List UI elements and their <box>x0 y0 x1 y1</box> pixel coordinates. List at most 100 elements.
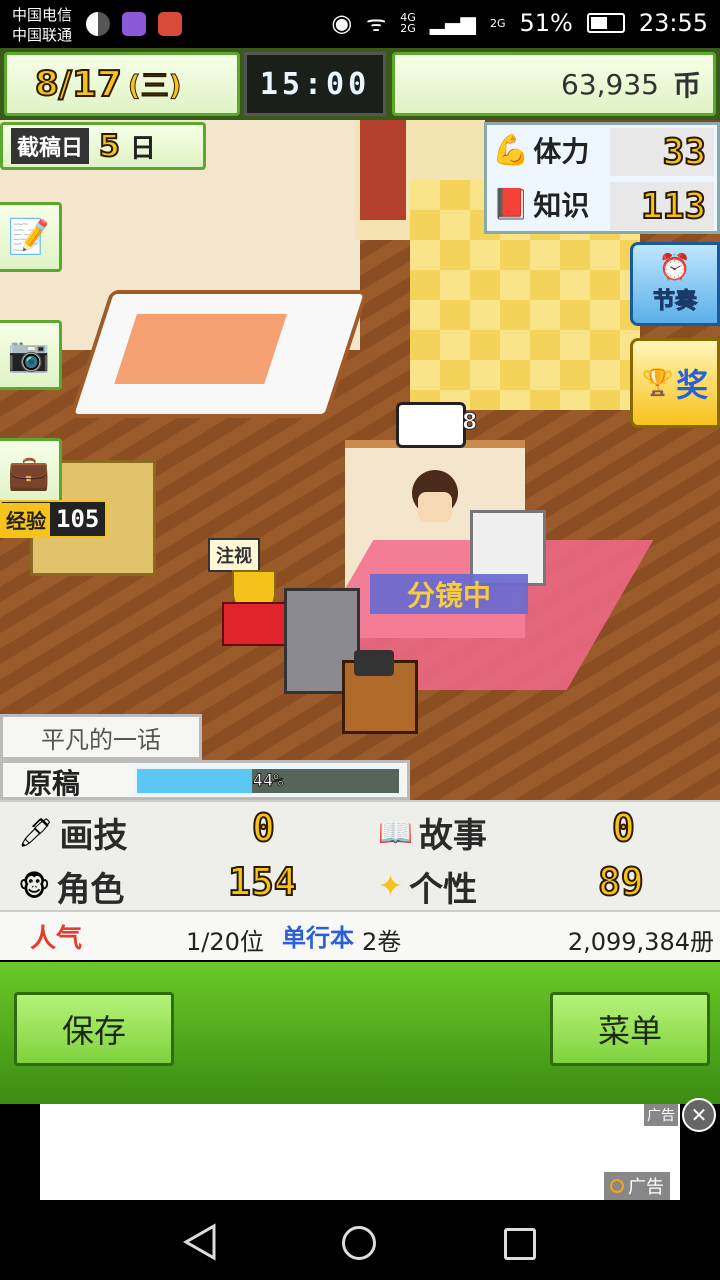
sales-count: 2,099,384册 <box>567 928 714 956</box>
deadline-days: 5 <box>98 128 121 165</box>
trophy-label: 注视 <box>208 538 260 572</box>
character-label: 角色 <box>56 870 125 910</box>
notepad-pencil-icon: 📝 <box>7 217 51 257</box>
festival-label: 节奏 <box>652 289 697 315</box>
award-button[interactable]: 🏆 奖 <box>630 338 720 428</box>
award-label: 奖 <box>676 366 709 404</box>
deadline-unit: 日 <box>129 133 156 164</box>
ad-logo-icon <box>610 1179 624 1193</box>
manuscript-progress-bar: 44% <box>134 766 402 796</box>
stamina-value: 33 <box>662 131 707 174</box>
recent-apps-icon[interactable] <box>504 1228 536 1260</box>
status-bar: 中国电信 中国联通 ◉ ᯤ 4G 2G ▂▄▆ 2G 51% 23:55 <box>0 0 720 48</box>
camera-icon: 📷 <box>7 335 51 375</box>
trophy-cup-icon: 🏆 <box>641 368 675 398</box>
app-notification-icon <box>86 12 110 36</box>
bottom-button-bar: 保存 菜单 <box>0 962 720 1104</box>
eye-icon: ◉ <box>331 9 353 37</box>
story-stat: 📖 故事 <box>378 808 487 857</box>
keyboard-notification-icon <box>122 12 146 36</box>
deadline-label: 截稿日 <box>11 128 90 164</box>
stamina-value-box: 33 <box>610 128 714 176</box>
experience-panel: 经验 105 <box>0 500 108 538</box>
experience-label: 经验 <box>2 502 50 536</box>
status-icons: ◉ ᯤ 4G 2G ▂▄▆ 2G 51% 23:55 <box>331 8 708 38</box>
back-icon[interactable] <box>182 1222 218 1262</box>
carrier-2: 中国联通 <box>12 26 73 44</box>
telephone-icon[interactable] <box>354 650 394 676</box>
ad-banner[interactable] <box>40 1104 680 1200</box>
ad-tag-top: 广告 <box>644 1104 678 1126</box>
knowledge-row: 📕 知识 <box>492 184 589 224</box>
volume-count: 2卷 <box>362 928 402 956</box>
menu-button[interactable]: 菜单 <box>550 992 710 1066</box>
knowledge-value-box: 113 <box>610 182 714 230</box>
briefcase-button[interactable]: 💼 <box>0 438 62 508</box>
ad-badge: 广告 <box>604 1172 670 1200</box>
art-stat: 🖊 画技 <box>18 808 128 857</box>
character-stat: 🐵 角色 <box>18 862 124 911</box>
speech-bubble-icon <box>396 402 466 448</box>
ad-tag-bottom: 广告 <box>628 1177 664 1198</box>
date-weekday: (三) <box>127 69 182 103</box>
character-face-icon: 🐵 <box>18 870 51 903</box>
personality-label: 个性 <box>409 870 478 910</box>
money-value: 63,935 <box>561 67 659 101</box>
bed[interactable] <box>69 290 369 418</box>
wifi-icon: ᯤ <box>366 12 387 37</box>
personality-value: 89 <box>597 859 645 905</box>
alarm-clock-icon: ⏰ <box>658 253 692 283</box>
popularity-rank: 1/20位 <box>186 928 264 956</box>
manuscript-label: 原稿 <box>24 767 81 800</box>
pen-icon: 🖊 <box>18 816 54 849</box>
game-hud: 8 /17 (三) 15:00 63,935 币 <box>0 48 720 120</box>
character-face <box>418 492 452 522</box>
popularity-label: 人气 <box>30 924 83 954</box>
camera-button[interactable]: 📷 <box>0 320 62 390</box>
money-panel: 63,935 币 <box>392 52 716 116</box>
story-label: 故事 <box>418 816 487 856</box>
ad-close-icon[interactable]: ✕ <box>682 1098 716 1132</box>
save-button[interactable]: 保存 <box>14 992 174 1066</box>
story-value: 0 <box>611 805 636 851</box>
ad-bar: 广告 ✕ 广告 <box>0 1098 720 1200</box>
episode-title: 平凡的一话 <box>0 714 202 760</box>
art-value: 0 <box>251 805 276 851</box>
knowledge-label: 知识 <box>533 189 590 222</box>
date-month: 8 <box>34 63 60 105</box>
network-2g-b: 2G <box>489 16 506 30</box>
festival-button[interactable]: ⏰ 节奏 <box>630 242 720 326</box>
clock: 23:55 <box>638 9 708 37</box>
blocked-notification-icon <box>158 12 182 36</box>
network-2g: 2G <box>400 22 416 35</box>
experience-value: 105 <box>56 505 100 533</box>
stamina-arm-icon: 💪 <box>492 132 530 168</box>
game-scene[interactable]: 8 分镜中 注视 截稿日 5 日 📝 📷 💼 经验 105 💪 体力 33 📕 … <box>0 120 720 800</box>
bed-blanket <box>114 314 287 384</box>
sparkle-icon: ✦ <box>378 869 404 904</box>
home-icon[interactable] <box>342 1226 376 1260</box>
carrier-1: 中国电信 <box>12 6 73 24</box>
signal-icon: ▂▄▆ <box>429 11 476 35</box>
open-book-icon: 📖 <box>378 816 413 849</box>
door[interactable] <box>360 120 406 220</box>
art-label: 画技 <box>59 816 128 856</box>
speech-count: 8 <box>461 410 478 436</box>
personality-stat: ✦ 个性 <box>378 862 477 911</box>
briefcase-icon: 💼 <box>7 453 51 493</box>
stats-panel: 🖊 画技 0 📖 故事 0 🐵 角色 154 ✦ 个性 89 人气 1/20位 … <box>0 800 720 960</box>
manuscript-progress-text: 44% <box>252 771 284 792</box>
book-icon: 📕 <box>492 186 530 222</box>
edit-note-button[interactable]: 📝 <box>0 202 62 272</box>
currency-icon: 币 <box>672 69 701 102</box>
stamina-row: 💪 体力 <box>492 130 589 170</box>
work-status-label: 分镜中 <box>370 574 528 614</box>
character-value: 154 <box>227 859 298 905</box>
date-panel: 8 /17 (三) <box>4 52 240 116</box>
date-day: /17 <box>58 63 123 106</box>
volume-label: 单行本 <box>282 924 354 952</box>
stamina-label: 体力 <box>533 135 590 168</box>
knowledge-value: 113 <box>640 185 707 228</box>
navigation-bar <box>0 1200 720 1280</box>
trophy-stand <box>222 602 286 646</box>
